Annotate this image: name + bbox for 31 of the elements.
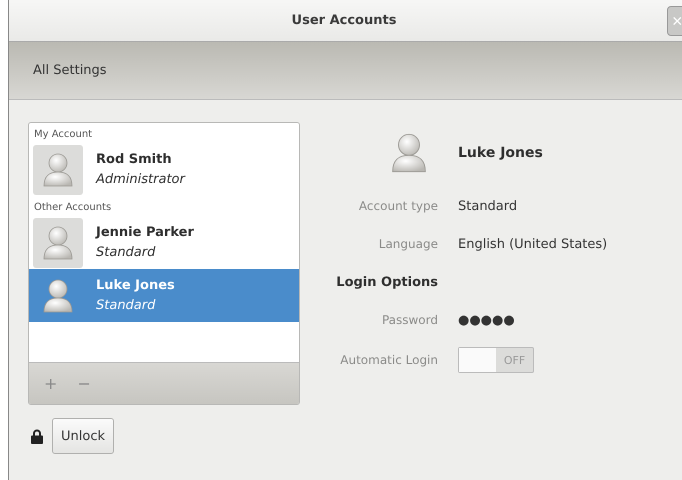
remove-account-button[interactable]: −	[75, 374, 93, 393]
user-silhouette-icon	[43, 278, 73, 314]
field-value: Standard	[458, 198, 518, 214]
section-heading: Login Options	[335, 274, 439, 290]
field-value: ●●●●●	[458, 312, 515, 328]
account-role: Standard	[96, 298, 156, 313]
account-item[interactable]: Rod Smith Administrator	[29, 143, 299, 196]
section-heading: My Account	[33, 128, 94, 142]
account-role: Standard	[96, 245, 156, 260]
account-role: Administrator	[96, 172, 185, 187]
all-settings-link[interactable]: All Settings	[33, 63, 107, 78]
user-silhouette-icon	[43, 152, 73, 188]
field-label: Language	[378, 237, 439, 251]
lock-icon	[31, 428, 43, 444]
account-item[interactable]: Luke Jones Standard	[29, 269, 299, 322]
user-name: Luke Jones	[458, 145, 543, 161]
user-silhouette-icon	[391, 132, 427, 174]
toggle-switch[interactable]: OFF	[458, 347, 534, 373]
field-label: Password	[380, 313, 439, 327]
field-label: Automatic Login	[339, 353, 439, 367]
add-account-button[interactable]: +	[42, 374, 60, 393]
unlock-button[interactable]: Unlock	[52, 418, 114, 454]
section-heading: Other Accounts	[33, 201, 112, 215]
field-value: English (United States)	[458, 236, 608, 252]
user-name: Jennie Parker	[96, 225, 194, 240]
user-silhouette-icon	[43, 224, 73, 260]
field-label: Account type	[358, 199, 439, 213]
account-item[interactable]: Jennie Parker Standard	[29, 216, 299, 269]
window-title: User Accounts	[292, 13, 396, 28]
user-name: Luke Jones	[96, 278, 175, 293]
user-name: Rod Smith	[96, 152, 173, 167]
